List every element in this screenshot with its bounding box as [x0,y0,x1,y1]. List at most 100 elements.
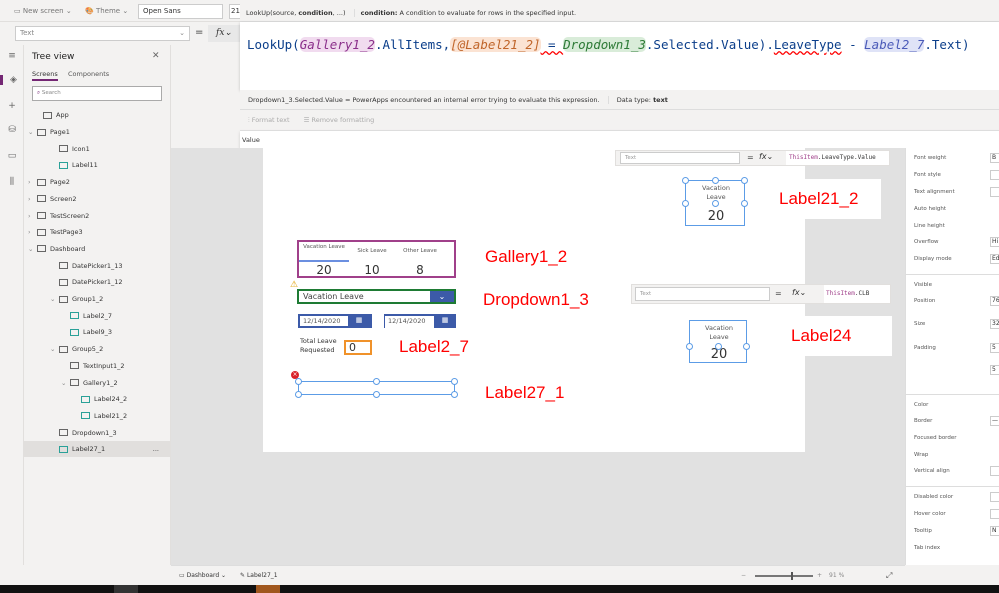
expand-chevron-icon[interactable]: ⌄ [61,375,70,391]
calendar-icon[interactable]: ▦ [434,316,456,328]
mini-formula[interactable]: ThisItem.CLB [824,285,890,303]
resize-handle[interactable] [741,200,748,207]
hamburger-icon[interactable]: ≡ [0,51,24,61]
tree-item[interactable]: Label24_2 [24,391,171,407]
datepicker1-13[interactable]: 12/14/2020 ▦ [298,314,372,328]
fx-button[interactable]: fx⌄ [208,25,240,42]
tree-item[interactable]: App [24,107,171,123]
new-screen-button[interactable]: ▭ New screen ⌄ [14,4,72,18]
fx-button[interactable]: fx⌄ [759,152,773,161]
resize-handle[interactable] [295,391,302,398]
tree-item[interactable]: Label2_7 [24,308,171,324]
property-value-input[interactable]: Ed [990,254,999,264]
tree-item[interactable]: ⌄ Gallery1_2 [24,375,171,391]
tree-item[interactable]: TextInput1_2 [24,358,171,374]
tree-item[interactable]: DatePicker1_12 [24,274,171,290]
property-value-input[interactable]: 5 [990,365,999,375]
calendar-icon[interactable]: ▦ [348,316,370,326]
tree-item[interactable]: Dropdown1_3 [24,425,171,441]
property-value-input[interactable] [990,466,999,476]
resize-handle[interactable] [682,200,689,207]
property-value-input[interactable]: 32 [990,319,999,329]
formula-editor[interactable]: LookUp(Gallery1_2.AllItems,[@Label21_2] … [240,22,999,90]
layers-icon[interactable]: ◈ [0,75,24,85]
property-value-input[interactable]: B [990,153,999,163]
close-icon[interactable]: ✕ [152,51,160,61]
fx-button[interactable]: fx⌄ [792,288,806,297]
tree-item[interactable]: ⌄ Group1_2 [24,291,171,307]
resize-handle[interactable] [712,200,719,207]
taskbar-app[interactable] [114,585,138,593]
property-value-input[interactable]: 76 [990,296,999,306]
property-value-input[interactable]: Hi [990,237,999,247]
resize-handle[interactable] [743,343,750,350]
mini-property-select[interactable]: Text [635,287,770,301]
tree-item[interactable]: Label11 [24,157,171,173]
datepicker1-12[interactable]: 12/14/2020 ▦ [384,314,456,328]
expand-chevron-icon[interactable]: ⌄ [50,341,59,357]
resize-handle[interactable] [682,177,689,184]
expand-chevron-icon[interactable]: › [28,208,37,224]
label27-1[interactable] [295,378,458,398]
resize-handle[interactable] [741,177,748,184]
mini-formula[interactable]: ThisItem.LeaveType.Value [786,151,889,165]
tab-components[interactable]: Components [68,70,109,78]
database-icon[interactable]: ⛁ [0,125,24,135]
label2-7[interactable]: 0 [344,340,372,355]
tree-item[interactable]: › Page2 [24,174,171,190]
media-icon[interactable]: ▭ [0,151,24,161]
property-value-input[interactable] [990,187,999,197]
property-value-input[interactable] [990,170,999,180]
theme-button[interactable]: 🎨 Theme ⌄ [85,4,128,18]
chevron-down-icon[interactable]: ⌄ [430,291,454,302]
tree-item[interactable]: Label21_2 [24,408,171,424]
expand-chevron-icon[interactable]: › [28,191,37,207]
search-input[interactable]: ⌕ Search [32,86,162,101]
gallery1-2[interactable]: Vacation Leave Sick Leave Other Leave 20… [297,240,456,278]
resize-handle[interactable] [373,378,380,385]
resize-handle[interactable] [686,343,693,350]
formula-text[interactable]: LookUp(Gallery1_2.AllItems,[@Label21_2] … [247,37,970,52]
tree-item[interactable]: ⌄ Group5_2 [24,341,171,357]
property-value-input[interactable]: 5 [990,343,999,353]
tree-item[interactable]: Label27_1... [24,441,171,458]
tree-item[interactable]: › TestScreen2 [24,208,171,224]
zoom-in-button[interactable]: + [817,566,822,586]
mini-property-select[interactable]: Text [620,152,740,164]
tree-item[interactable]: Icon1 [24,141,171,157]
font-select[interactable]: Open Sans [138,4,223,19]
tree-item[interactable]: ⌄ Dashboard [24,241,171,257]
zoom-slider-thumb[interactable] [791,572,793,580]
property-value-input[interactable]: — [990,416,999,426]
tab-screens[interactable]: Screens [32,70,58,81]
fit-to-window-icon[interactable]: ⤢ [886,566,892,586]
resize-handle[interactable] [295,378,302,385]
label24[interactable]: Vacation Leave 20 [686,320,750,363]
tools-icon[interactable]: ⫼ [0,177,24,187]
resize-handle[interactable] [373,391,380,398]
property-value-input[interactable] [990,492,999,502]
plus-icon[interactable]: + [0,101,24,111]
tree-item[interactable]: ⌄ Page1 [24,124,171,140]
tree-item[interactable]: DatePicker1_13 [24,258,171,274]
format-text-button[interactable]: ⫶ Format text [240,116,290,124]
expand-chevron-icon[interactable]: ⌄ [28,124,37,140]
resize-handle[interactable] [715,343,722,350]
label21-2[interactable]: Vacation Leave 20 [682,177,748,226]
tree-item[interactable]: › Screen2 [24,191,171,207]
expand-chevron-icon[interactable]: › [28,224,37,240]
resize-handle[interactable] [451,378,458,385]
property-select[interactable]: Text ⌄ [15,26,190,41]
tree-item[interactable]: › TestPage3 [24,224,171,240]
remove-formatting-button[interactable]: ☰ Remove formatting [292,116,375,124]
screen-breadcrumb[interactable]: ▭ Dashboard ⌄ [171,572,226,579]
taskbar-app[interactable] [256,585,280,593]
zoom-slider[interactable] [755,572,813,580]
more-options-button[interactable]: ... [153,441,159,457]
resize-handle[interactable] [712,177,719,184]
resize-handle[interactable] [451,391,458,398]
expand-chevron-icon[interactable]: ⌄ [50,291,59,307]
dropdown1-3[interactable]: Vacation Leave ⌄ [297,289,456,304]
control-breadcrumb[interactable]: ✎ Label27_1 [228,572,278,579]
property-value-input[interactable] [990,509,999,519]
